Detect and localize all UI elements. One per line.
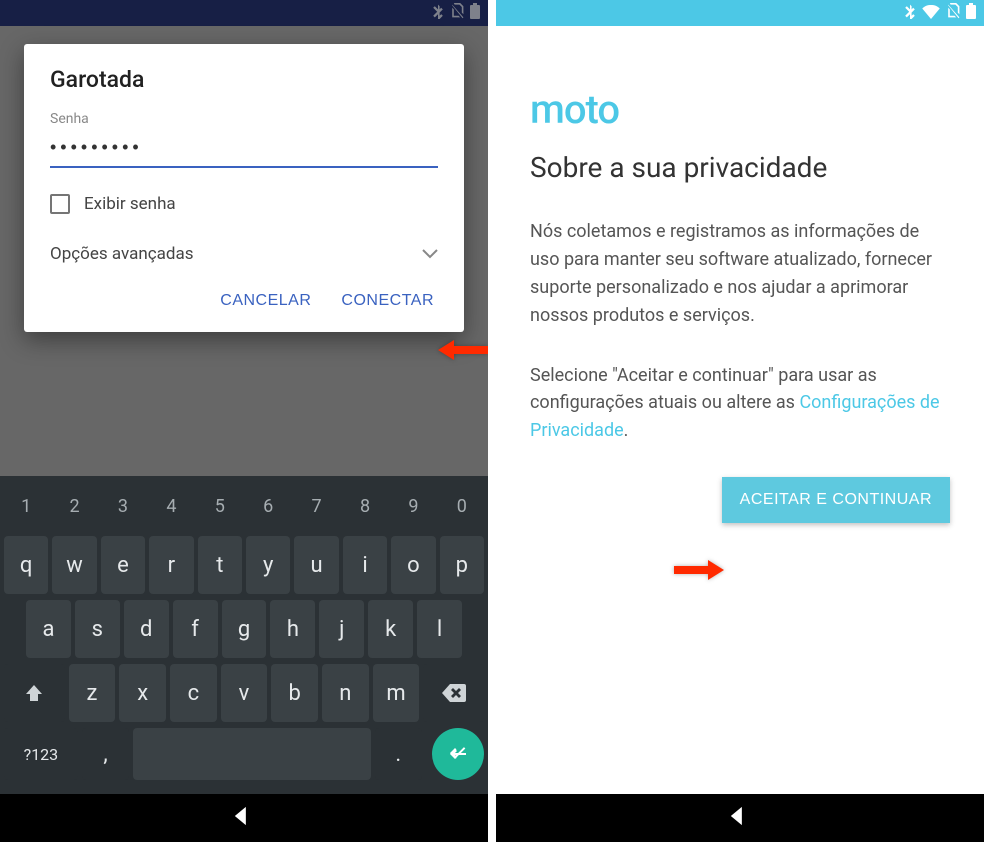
key-shift[interactable] bbox=[4, 664, 65, 722]
nav-back-icon[interactable] bbox=[233, 805, 255, 831]
wifi-icon bbox=[922, 4, 940, 23]
key-r[interactable]: r bbox=[149, 536, 193, 594]
key-f[interactable]: f bbox=[173, 600, 218, 658]
key-l[interactable]: l bbox=[417, 600, 462, 658]
key-c[interactable]: c bbox=[170, 664, 217, 722]
key-8[interactable]: 8 bbox=[343, 482, 387, 530]
dialog-actions: CANCELAR CONECTAR bbox=[50, 282, 438, 322]
key-space[interactable] bbox=[133, 728, 370, 780]
key-5[interactable]: 5 bbox=[198, 482, 242, 530]
advanced-options-label: Opções avançadas bbox=[50, 244, 193, 264]
key-s[interactable]: s bbox=[75, 600, 120, 658]
key-i[interactable]: i bbox=[343, 536, 387, 594]
key-6[interactable]: 6 bbox=[246, 482, 290, 530]
key-backspace[interactable] bbox=[423, 664, 484, 722]
dialog-title: Garotada bbox=[50, 66, 438, 93]
key-comma[interactable]: , bbox=[82, 728, 129, 780]
privacy-paragraph-2: Selecione "Aceitar e continuar" para usa… bbox=[530, 362, 950, 446]
key-q[interactable]: q bbox=[4, 536, 48, 594]
key-2[interactable]: 2 bbox=[52, 482, 96, 530]
key-j[interactable]: j bbox=[319, 600, 364, 658]
phone-privacy-screen: moto Sobre a sua privacidade Nós coletam… bbox=[496, 0, 984, 842]
key-0[interactable]: 0 bbox=[440, 482, 484, 530]
show-password-row[interactable]: Exibir senha bbox=[50, 194, 438, 214]
nav-back-icon[interactable] bbox=[729, 805, 751, 831]
advanced-options-row[interactable]: Opções avançadas bbox=[50, 236, 438, 282]
key-z[interactable]: z bbox=[69, 664, 116, 722]
annotation-arrow-connect bbox=[438, 340, 488, 360]
key-enter[interactable] bbox=[432, 728, 484, 780]
no-sim-icon bbox=[946, 3, 960, 23]
key-u[interactable]: u bbox=[294, 536, 338, 594]
key-g[interactable]: g bbox=[222, 600, 267, 658]
bluetooth-icon bbox=[904, 3, 916, 23]
key-m[interactable]: m bbox=[373, 664, 420, 722]
key-x[interactable]: x bbox=[119, 664, 166, 722]
key-7[interactable]: 7 bbox=[294, 482, 338, 530]
key-b[interactable]: b bbox=[271, 664, 318, 722]
annotation-arrow-accept bbox=[674, 560, 724, 580]
chevron-down-icon bbox=[422, 244, 438, 264]
keyboard-number-row: 1 2 3 4 5 6 7 8 9 0 bbox=[4, 482, 484, 530]
key-o[interactable]: o bbox=[391, 536, 435, 594]
key-9[interactable]: 9 bbox=[391, 482, 435, 530]
key-d[interactable]: d bbox=[124, 600, 169, 658]
moto-logo: moto bbox=[530, 86, 950, 133]
key-y[interactable]: y bbox=[246, 536, 290, 594]
key-t[interactable]: t bbox=[198, 536, 242, 594]
password-label: Senha bbox=[50, 111, 438, 127]
key-v[interactable]: v bbox=[221, 664, 268, 722]
key-p[interactable]: p bbox=[440, 536, 484, 594]
key-period[interactable]: . bbox=[375, 728, 422, 780]
status-bar bbox=[496, 0, 984, 26]
key-n[interactable]: n bbox=[322, 664, 369, 722]
privacy-para2-b: . bbox=[624, 420, 629, 441]
keyboard-row-3: z x c v b n m bbox=[4, 664, 484, 722]
show-password-checkbox[interactable] bbox=[50, 194, 70, 214]
key-h[interactable]: h bbox=[270, 600, 315, 658]
keyboard-row-4: ?123 , . bbox=[4, 728, 484, 780]
onscreen-keyboard: 1 2 3 4 5 6 7 8 9 0 q w e r t y u i o p … bbox=[0, 476, 488, 794]
key-4[interactable]: 4 bbox=[149, 482, 193, 530]
show-password-label: Exibir senha bbox=[84, 194, 176, 214]
key-3[interactable]: 3 bbox=[101, 482, 145, 530]
wifi-password-dialog: Garotada Senha Exibir senha Opções avanç… bbox=[24, 44, 464, 332]
privacy-content: moto Sobre a sua privacidade Nós coletam… bbox=[496, 26, 984, 523]
key-symbols[interactable]: ?123 bbox=[4, 728, 78, 780]
key-e[interactable]: e bbox=[101, 536, 145, 594]
privacy-paragraph-1: Nós coletamos e registramos as informaçõ… bbox=[530, 218, 950, 330]
accept-continue-button[interactable]: ACEITAR E CONTINUAR bbox=[722, 477, 950, 523]
key-a[interactable]: a bbox=[26, 600, 71, 658]
key-1[interactable]: 1 bbox=[4, 482, 48, 530]
password-input[interactable] bbox=[50, 131, 438, 168]
cancel-button[interactable]: CANCELAR bbox=[220, 292, 311, 310]
nav-bar bbox=[496, 794, 984, 842]
key-k[interactable]: k bbox=[368, 600, 413, 658]
privacy-title: Sobre a sua privacidade bbox=[530, 151, 950, 184]
phone-wifi-dialog: Garotada Senha Exibir senha Opções avanç… bbox=[0, 0, 488, 842]
battery-icon bbox=[966, 3, 976, 23]
keyboard-row-1: q w e r t y u i o p bbox=[4, 536, 484, 594]
keyboard-row-2: a s d f g h j k l bbox=[4, 600, 484, 658]
connect-button[interactable]: CONECTAR bbox=[341, 292, 434, 310]
key-w[interactable]: w bbox=[52, 536, 96, 594]
nav-bar bbox=[0, 794, 488, 842]
